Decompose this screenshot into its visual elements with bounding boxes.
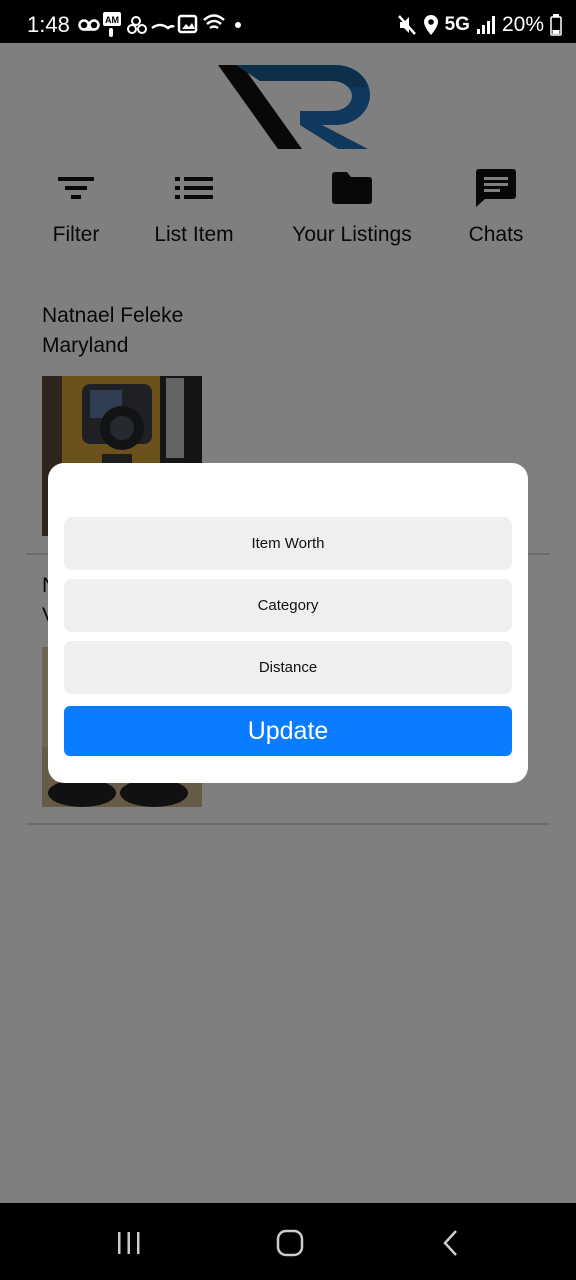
back-icon[interactable] [440,1228,462,1258]
filter-dialog: Item Worth Category Distance Update [48,463,528,783]
mute-icon [397,15,416,35]
location-icon [423,15,438,35]
notification-icons: AM [78,12,241,37]
item-worth-option[interactable]: Item Worth [64,517,512,570]
recent-apps-icon[interactable] [116,1228,142,1258]
status-time: 1:48 [27,12,70,37]
category-option[interactable]: Category [64,579,512,632]
battery-percent: 20% [501,13,544,36]
svg-text:AM: AM [105,15,119,25]
distance-option[interactable]: Distance [64,641,512,694]
signal-icon [476,16,495,34]
battery-icon [550,14,562,36]
system-nav-bar [0,1203,576,1280]
network-type: 5G [444,14,470,35]
home-icon[interactable] [275,1228,305,1258]
update-button[interactable]: Update [64,706,512,756]
